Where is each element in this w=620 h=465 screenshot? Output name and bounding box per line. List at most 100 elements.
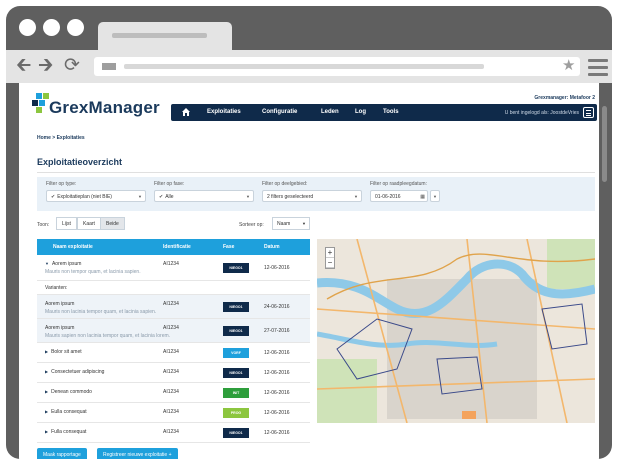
row-date: 12-06-2016 xyxy=(264,265,290,271)
sort-label: Sorteer op: xyxy=(239,222,264,228)
row-name: ▶ Bolor sit amet xyxy=(45,349,82,355)
bookmark-star-icon[interactable]: ★ xyxy=(562,56,575,74)
filter-phase-value: Alle xyxy=(165,194,174,200)
browser-menu-icon[interactable] xyxy=(588,59,608,80)
chevron-right-icon[interactable]: ▶ xyxy=(45,429,48,434)
tab-strip xyxy=(6,6,612,50)
grexmanager-logo[interactable]: GrexManager xyxy=(32,91,162,121)
nav-item-configuratie[interactable]: Configuratie xyxy=(262,109,297,115)
row-date: 12-06-2016 xyxy=(264,430,290,436)
address-bar[interactable] xyxy=(94,57,580,76)
browser-tab[interactable] xyxy=(98,22,232,50)
row-name-text: Denean commodo xyxy=(51,389,92,395)
col-header-name[interactable]: Naam exploitatie xyxy=(53,244,93,250)
calendar-icon[interactable]: ▦ xyxy=(420,194,425,200)
nav-item-log[interactable]: Log xyxy=(355,109,366,115)
chevron-right-icon[interactable]: ▶ xyxy=(45,369,48,374)
hamburger-menu-icon[interactable] xyxy=(583,107,594,118)
row-date: 24-06-2016 xyxy=(264,304,290,310)
filter-type-label: Filter op type: xyxy=(46,181,77,187)
row-name-text: Fulla consequat xyxy=(51,429,87,435)
filter-date-input[interactable]: 01-06-2016 ▦ xyxy=(370,190,428,202)
register-button-label: Registreer nieuwe exploitatie xyxy=(103,452,168,458)
row-date: 12-06-2016 xyxy=(264,370,290,376)
row-id: AI1234 xyxy=(163,349,179,355)
row-id: AI1234 xyxy=(163,369,179,375)
zoom-in-icon[interactable]: + xyxy=(326,248,334,258)
table-row[interactable]: ▼ Aorem ipsum Mauris non tempor quam, et l… xyxy=(37,255,310,281)
filter-date-label: Filter op raadpleegdatum: xyxy=(370,181,427,187)
browser-toolbar: 🡰 🡲 ⟳ ★ xyxy=(6,50,612,83)
title-divider xyxy=(37,172,595,173)
col-header-date[interactable]: Datum xyxy=(264,244,280,250)
row-name: ▶ Fulla consequat xyxy=(45,429,86,435)
url-placeholder xyxy=(124,64,484,69)
phase-badge: PROG xyxy=(223,408,249,418)
row-name-text: Eulla consequat xyxy=(51,409,87,415)
row-id: AI1234 xyxy=(163,301,179,307)
chevron-down-icon[interactable]: ▼ xyxy=(45,261,49,266)
page-scrollbar[interactable] xyxy=(602,106,607,182)
row-name: ▶ Consectetuer adipiscing xyxy=(45,369,104,375)
chevron-right-icon[interactable]: ▶ xyxy=(45,389,48,394)
sort-select[interactable]: Naam ▼ xyxy=(272,217,310,230)
exploitatie-table: Naam exploitatie Identificatie Fase Datu… xyxy=(37,239,310,443)
back-arrow-icon[interactable]: 🡰 xyxy=(16,56,31,76)
caret-down-icon: ▼ xyxy=(246,194,250,199)
breadcrumb[interactable]: Home > Exploitaties xyxy=(37,135,85,141)
report-button[interactable]: Maak rapportage xyxy=(37,448,87,459)
zoom-out-icon[interactable]: − xyxy=(326,258,334,268)
browser-window: 🡰 🡲 ⟳ ★ GrexManager Grexmanager: Metafoo… xyxy=(6,6,612,459)
view-option-lijst[interactable]: Lijst xyxy=(56,217,77,230)
row-name: ▼ Aorem ipsum xyxy=(45,261,81,267)
page-viewport: GrexManager Grexmanager: Metafoor 2 Expl… xyxy=(19,83,599,459)
window-minimize-dot[interactable] xyxy=(43,19,60,36)
row-id: AI1234 xyxy=(163,409,179,415)
main-navigation: Exploitaties Configuratie Leden Log Tool… xyxy=(171,104,597,121)
row-name-text: Aorem ipsum xyxy=(51,261,82,267)
view-option-beide[interactable]: Beide xyxy=(100,217,125,230)
col-header-phase[interactable]: Fase xyxy=(223,244,234,250)
filter-type-select[interactable]: ✔ Exploitatieplan (niet BIE) ▼ xyxy=(46,190,146,202)
table-row[interactable]: ▶ Fulla consequat AI1234 NIEGO1 12-06-2016 xyxy=(37,423,310,443)
filter-area-value: 2 filters geselecteerd xyxy=(267,194,314,200)
row-name-text: Consectetuer adipiscing xyxy=(51,369,105,375)
row-name: ▶ Eulla consequat xyxy=(45,409,87,415)
window-zoom-dot[interactable] xyxy=(67,19,84,36)
app-header: GrexManager Grexmanager: Metafoor 2 Expl… xyxy=(19,83,599,129)
nav-item-exploitaties[interactable]: Exploitaties xyxy=(207,109,241,115)
window-close-dot[interactable] xyxy=(19,19,36,36)
variant-header: Varianten: xyxy=(37,281,310,295)
logged-in-user: U bent ingelogd als: JoostdeVries xyxy=(504,110,579,116)
phase-badge: NIEGO1 xyxy=(223,302,249,312)
home-icon[interactable] xyxy=(181,107,191,117)
forward-arrow-icon[interactable]: 🡲 xyxy=(38,56,53,76)
filter-date-dropdown[interactable]: ▼ xyxy=(430,190,440,202)
table-row[interactable]: ▶ Denean commodo AI1234 INIT 12-06-2016 xyxy=(37,383,310,403)
row-id: AI1234 xyxy=(163,429,179,435)
tab-title-placeholder xyxy=(112,33,207,38)
table-row[interactable]: ▶ Consectetuer adipiscing AI1234 NIEGO1 12-0… xyxy=(37,363,310,383)
register-exploitatie-button[interactable]: Registreer nieuwe exploitatie + xyxy=(97,448,178,459)
check-icon: ✔ xyxy=(51,194,56,200)
nav-item-tools[interactable]: Tools xyxy=(383,109,399,115)
variant-row[interactable]: Aorem ipsum Mauris non lacinia tempor qua… xyxy=(37,295,310,319)
row-description: Mauris sapien non lacinia tempor quam, e… xyxy=(45,333,171,339)
col-header-id[interactable]: Identificatie xyxy=(163,244,191,250)
variant-row[interactable]: Aorem ipsum Mauris sapien non lacinia tem… xyxy=(37,319,310,343)
row-date: 12-06-2016 xyxy=(264,390,290,396)
row-name: Aorem ipsum xyxy=(45,325,74,331)
caret-down-icon: ▼ xyxy=(138,194,142,199)
nav-item-leden[interactable]: Leden xyxy=(321,109,339,115)
filter-phase-select[interactable]: ✔ Alle ▼ xyxy=(154,190,254,202)
map-view[interactable]: + − xyxy=(317,239,595,423)
table-row[interactable]: ▶ Bolor sit amet AI1234 VORF 12-06-2016 xyxy=(37,343,310,363)
reload-icon[interactable]: ⟳ xyxy=(64,56,80,76)
view-option-kaart[interactable]: Kaart xyxy=(77,217,101,230)
filter-type-value: Exploitatieplan (niet BIE) xyxy=(57,194,112,200)
caret-down-icon: ▼ xyxy=(433,194,437,199)
filter-area-select[interactable]: 2 filters geselecteerd ▼ xyxy=(262,190,362,202)
table-row[interactable]: ▶ Eulla consequat AI1234 PROG 12-06-2016 xyxy=(37,403,310,423)
chevron-right-icon[interactable]: ▶ xyxy=(45,349,48,354)
chevron-right-icon[interactable]: ▶ xyxy=(45,409,48,414)
